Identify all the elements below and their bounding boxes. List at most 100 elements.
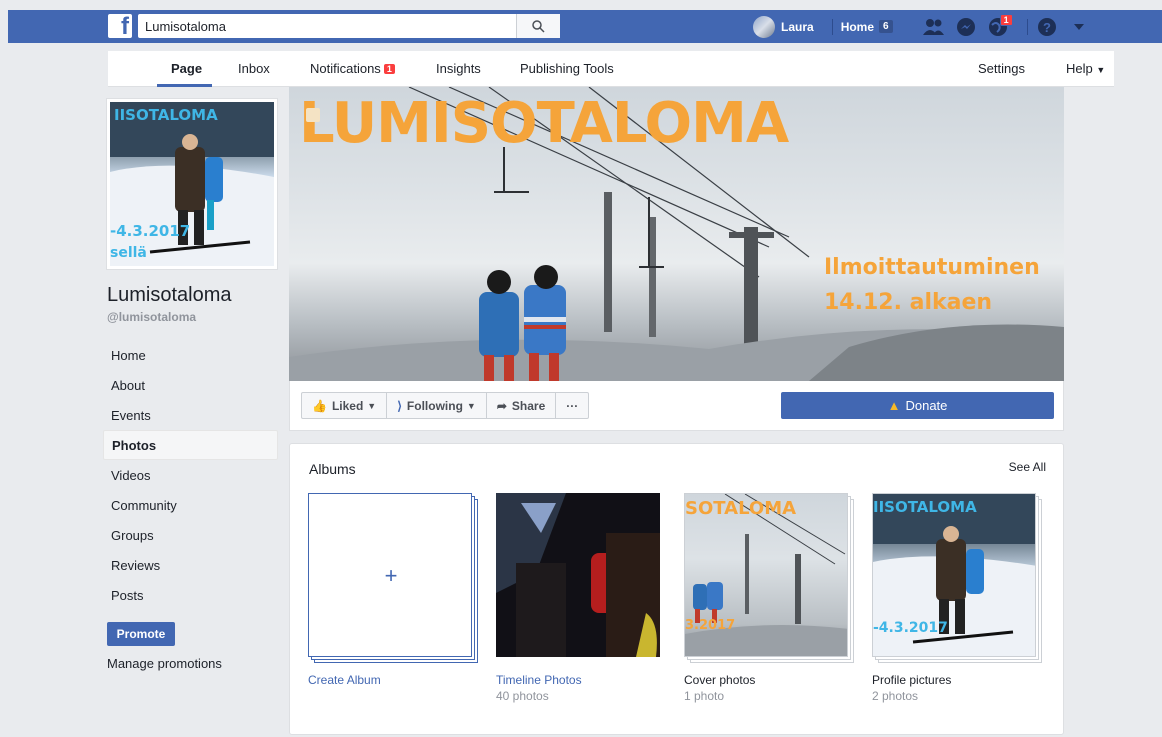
donate-label: Donate bbox=[905, 398, 948, 413]
profile-thumb-title: IISOTALOMA bbox=[873, 498, 977, 516]
albums-section: Albums See All + Create Album Timeline P… bbox=[289, 443, 1064, 735]
tab-notifications[interactable]: Notifications 1 bbox=[310, 61, 395, 76]
album-photo-count: 40 photos bbox=[496, 689, 549, 703]
page-handle[interactable]: @lumisotaloma bbox=[107, 310, 196, 324]
cover-thumb-title: SOTALOMA bbox=[685, 498, 797, 519]
active-tab-indicator bbox=[157, 84, 212, 87]
svg-text:?: ? bbox=[1043, 20, 1051, 35]
left-nav-posts[interactable]: Posts bbox=[103, 580, 278, 610]
messenger-icon[interactable] bbox=[955, 16, 977, 38]
timeline-photo-thumb bbox=[496, 493, 660, 657]
notifications-globe-icon[interactable]: 1 bbox=[987, 13, 1013, 38]
share-arrow-icon: ➦ bbox=[496, 398, 507, 413]
search-box[interactable]: Lumisotaloma bbox=[138, 14, 560, 38]
top-bar: f Lumisotaloma Laura Home 6 1 ? bbox=[8, 10, 1162, 43]
search-input[interactable]: Lumisotaloma bbox=[138, 19, 560, 34]
tab-insights[interactable]: Insights bbox=[436, 61, 481, 76]
tab-inbox[interactable]: Inbox bbox=[238, 61, 270, 76]
cover-photo[interactable]: LUMISOTALOMA Ilmoittautuminen 14.12. alk… bbox=[289, 87, 1064, 381]
liked-label: Liked bbox=[331, 398, 364, 413]
album-name[interactable]: Timeline Photos bbox=[496, 673, 662, 687]
album-name[interactable]: Create Album bbox=[308, 673, 474, 687]
thumbs-up-icon: 👍 bbox=[312, 398, 327, 413]
following-label: Following bbox=[406, 398, 463, 413]
album-profile-pictures[interactable]: IISOTALOMA -4.3.2017 Profile pictures 2 … bbox=[872, 493, 1042, 703]
profile-image-title: IISOTALOMA bbox=[114, 106, 218, 124]
left-nav-reviews[interactable]: Reviews bbox=[103, 550, 278, 580]
facebook-logo-icon[interactable]: f bbox=[108, 13, 132, 40]
see-all-link[interactable]: See All bbox=[1009, 460, 1046, 474]
profile-image-date: -4.3.2017 bbox=[110, 222, 191, 240]
avatar[interactable] bbox=[753, 15, 775, 38]
plus-icon: + bbox=[384, 563, 398, 588]
friend-requests-icon[interactable] bbox=[922, 16, 945, 38]
album-thumbnail[interactable] bbox=[496, 493, 668, 665]
chevron-down-icon: ▼ bbox=[466, 400, 476, 411]
left-nav-photos[interactable]: Photos bbox=[103, 430, 278, 460]
chevron-down-icon: ▼ bbox=[367, 400, 377, 411]
notifications-tab-badge: 1 bbox=[383, 64, 395, 74]
album-cover-photos[interactable]: SOTALOMA 3.2017 Cover photos 1 photo bbox=[684, 493, 854, 703]
divider bbox=[831, 18, 833, 35]
search-button[interactable] bbox=[516, 14, 560, 38]
search-icon bbox=[532, 19, 545, 33]
manage-promotions-link[interactable]: Manage promotions bbox=[107, 656, 222, 671]
page-action-bar: 👍 Liked ▼ ⟩ Following ▼ ➦ Share ··· ▲ Do… bbox=[289, 381, 1064, 431]
tab-publishing-tools[interactable]: Publishing Tools bbox=[520, 61, 614, 76]
help-menu-label: Help bbox=[1066, 61, 1093, 76]
profile-photo-graphic bbox=[110, 102, 274, 266]
timeline-photo-graphic bbox=[496, 493, 660, 657]
account-menu-chevron-icon[interactable] bbox=[1068, 16, 1090, 38]
share-label: Share bbox=[511, 398, 546, 413]
action-button-group: 👍 Liked ▼ ⟩ Following ▼ ➦ Share ··· bbox=[301, 392, 590, 419]
share-button[interactable]: ➦ Share bbox=[487, 393, 557, 418]
cover-registration-text: Ilmoittautuminen bbox=[824, 255, 1040, 280]
cover-date-text: 14.12. alkaen bbox=[824, 290, 993, 315]
left-nav: Home About Events Photos Videos Communit… bbox=[103, 340, 278, 610]
help-menu[interactable]: Help ▼ bbox=[1066, 61, 1105, 76]
tab-page[interactable]: Page bbox=[171, 61, 202, 76]
promote-button[interactable]: Promote bbox=[107, 622, 175, 646]
tab-settings[interactable]: Settings bbox=[978, 61, 1025, 76]
left-nav-community[interactable]: Community bbox=[103, 490, 278, 520]
home-link[interactable]: Home 6 bbox=[841, 20, 893, 34]
notifications-count-badge: 1 bbox=[999, 13, 1013, 26]
album-timeline-photos[interactable]: Timeline Photos 40 photos bbox=[496, 493, 662, 703]
create-album-tile[interactable]: + bbox=[308, 493, 480, 665]
album-create[interactable]: + Create Album bbox=[308, 493, 478, 687]
camera-icon[interactable] bbox=[306, 108, 320, 122]
divider bbox=[1026, 18, 1028, 35]
left-nav-home[interactable]: Home bbox=[103, 340, 278, 370]
album-photo-count: 1 photo bbox=[684, 689, 725, 703]
left-nav-groups[interactable]: Groups bbox=[103, 520, 278, 550]
tab-notifications-label: Notifications bbox=[310, 61, 381, 76]
profile-picture-thumb: IISOTALOMA -4.3.2017 bbox=[873, 494, 1035, 656]
cover-title-text: LUMISOTALOMA bbox=[299, 91, 789, 156]
user-name-link[interactable]: Laura bbox=[781, 20, 814, 34]
left-nav-events[interactable]: Events bbox=[103, 400, 278, 430]
home-label: Home bbox=[840, 19, 875, 34]
topbar-right: Laura Home 6 1 ? bbox=[753, 10, 1100, 43]
album-thumbnail[interactable]: IISOTALOMA -4.3.2017 bbox=[872, 493, 1044, 665]
help-icon[interactable]: ? bbox=[1036, 16, 1058, 38]
profile-thumb-date: -4.3.2017 bbox=[873, 620, 948, 636]
album-photo-count: 2 photos bbox=[872, 689, 919, 703]
following-button[interactable]: ⟩ Following ▼ bbox=[387, 393, 487, 418]
albums-title: Albums bbox=[309, 461, 356, 477]
liked-button[interactable]: 👍 Liked ▼ bbox=[302, 393, 388, 418]
profile-picture[interactable]: IISOTALOMA -4.3.2017 sellä bbox=[106, 98, 278, 270]
album-name[interactable]: Cover photos bbox=[684, 673, 850, 687]
page-nav: Page Inbox Notifications 1 Insights Publi… bbox=[108, 51, 1114, 87]
album-stack-front: SOTALOMA 3.2017 bbox=[684, 493, 848, 657]
left-nav-videos[interactable]: Videos bbox=[103, 460, 278, 490]
rss-icon: ⟩ bbox=[397, 398, 402, 413]
left-nav-about[interactable]: About bbox=[103, 370, 278, 400]
album-thumbnail[interactable]: SOTALOMA 3.2017 bbox=[684, 493, 856, 665]
donate-button[interactable]: ▲ Donate bbox=[781, 392, 1054, 419]
album-name[interactable]: Profile pictures bbox=[872, 673, 1038, 687]
page-name[interactable]: Lumisotaloma bbox=[107, 284, 232, 307]
more-options-button[interactable]: ··· bbox=[556, 393, 588, 418]
home-count-badge: 6 bbox=[879, 20, 893, 33]
help-chevron-icon: ▼ bbox=[1096, 65, 1106, 75]
album-stack-front: + bbox=[308, 493, 472, 657]
